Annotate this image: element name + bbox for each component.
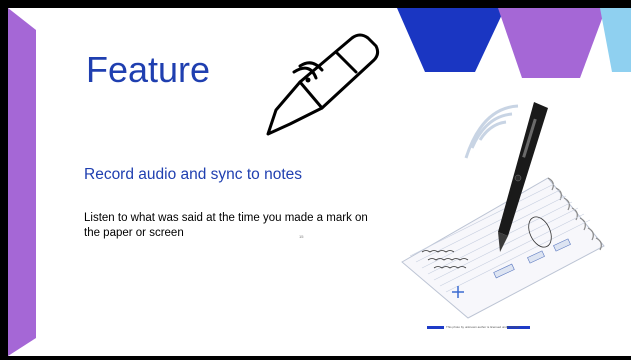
frame-bottom (0, 356, 631, 360)
slide-subtitle: Record audio and sync to notes (84, 166, 302, 183)
frame-left (0, 0, 8, 360)
frame-top (0, 0, 631, 8)
image-caption[interactable]: This photo by unknown author is licensed… (446, 325, 520, 329)
slide-title: Feature (86, 49, 211, 90)
slide-body-text: Listen to what was said at the time you … (84, 212, 368, 239)
page-marker: 15 (299, 234, 304, 239)
slide: Feature Record audio and sync to notes L… (0, 0, 631, 360)
